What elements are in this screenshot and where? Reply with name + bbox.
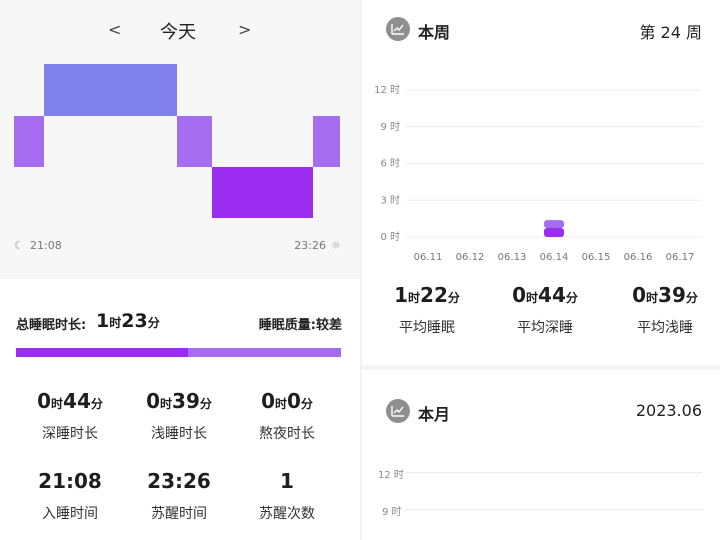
week-x-tick-label: 06.14: [540, 252, 569, 263]
avg-sleep-stat: 1时22分 平均睡眠: [372, 283, 482, 337]
wake-time-label: 苏醒时间: [151, 506, 207, 522]
week-bar-deep[interactable]: [544, 228, 564, 237]
late-night-value: 0时0分: [261, 389, 313, 413]
avg-sleep-value: 1时22分: [394, 283, 460, 307]
wake-time-value: 23:26: [147, 469, 211, 493]
wake-time-stat: 23:26 苏醒时间: [124, 469, 234, 523]
month-date: 2023.06: [635, 401, 702, 420]
sleep-onset-label: 入睡时间: [42, 506, 98, 522]
deep-sleep-stat: 0时44分 深睡时长: [15, 389, 125, 443]
sleep-segment-awake: [44, 64, 177, 116]
sleep-start-time: 21:08: [30, 239, 62, 252]
wake-count-label: 苏醒次数: [259, 506, 315, 522]
week-title: 本周: [418, 23, 451, 42]
avg-deep-value: 0时44分: [512, 283, 578, 307]
month-y-label: 12 时: [378, 470, 404, 481]
sleep-segment-light: [313, 116, 340, 167]
avg-sleep-label: 平均睡眠: [399, 320, 455, 336]
week-number: 第 24 周: [639, 23, 702, 42]
section-separator: [362, 365, 720, 370]
sleep-onset-stat: 21:08 入睡时间: [15, 469, 125, 523]
total-sleep-value: 1时23分: [96, 310, 160, 332]
total-sleep-label: 总睡眠时长:: [16, 318, 87, 333]
sleep-end-time: 23:26: [294, 239, 326, 252]
late-night-label: 熬夜时长: [259, 426, 315, 442]
month-header: 本月 2023.06: [386, 399, 702, 425]
trend-chart-icon: [386, 399, 410, 423]
avg-light-value: 0时39分: [632, 283, 698, 307]
deep-sleep-label: 深睡时长: [42, 426, 98, 442]
avg-deep-label: 平均深睡: [517, 320, 573, 336]
sleep-quality: 睡眠质量:较差: [259, 314, 342, 333]
wake-count-stat: 1 苏醒次数: [232, 469, 342, 523]
week-bar-light[interactable]: [544, 220, 564, 229]
date-title: 今天: [160, 22, 196, 43]
month-gridline: [406, 509, 702, 510]
sleep-onset-value: 21:08: [38, 469, 102, 493]
week-y-tick-label: 6 时: [380, 158, 400, 170]
next-day-button[interactable]: >: [238, 20, 251, 39]
date-nav: < 今天 >: [0, 18, 360, 46]
week-x-tick-label: 06.17: [666, 252, 695, 263]
light-sleep-stat: 0时39分 浅睡时长: [124, 389, 234, 443]
deep-sleep-ratio-fill: [16, 348, 189, 357]
sleep-segment-light: [177, 116, 212, 167]
week-x-tick-label: 06.12: [456, 252, 485, 263]
week-x-tick-label: 06.15: [582, 252, 611, 263]
week-x-tick-label: 06.16: [624, 252, 653, 263]
moon-icon: ☾: [14, 239, 24, 252]
sleep-ratio-bar: [16, 348, 341, 357]
sleep-start: ☾ 21:08: [14, 239, 62, 252]
light-sleep-value: 0时39分: [146, 389, 212, 413]
week-y-tick-label: 0 时: [380, 231, 400, 243]
sleep-segment-light: [14, 116, 44, 167]
day-sleep-chart: < 今天 > ☾ 21:08 23:26 ☼: [0, 0, 360, 279]
sleep-segment-deep: [212, 167, 313, 218]
trend-chart-icon: [386, 17, 410, 41]
month-y-label: 9 时: [382, 507, 402, 518]
deep-sleep-value: 0时44分: [37, 389, 103, 413]
week-y-tick-label: 3 时: [380, 194, 400, 206]
sleep-quality-label: 睡眠质量:: [258, 318, 316, 333]
month-gridline: [406, 472, 702, 473]
sleep-quality-value: 较差: [315, 318, 342, 333]
wake-count-value: 1: [280, 469, 294, 493]
month-title: 本月: [418, 405, 451, 424]
week-header: 本周 第 24 周: [386, 17, 702, 43]
sleep-end: 23:26 ☼: [294, 239, 342, 252]
avg-light-stat: 0时39分 平均浅睡: [610, 283, 720, 337]
late-night-stat: 0时0分 熬夜时长: [232, 389, 342, 443]
avg-deep-stat: 0时44分 平均深睡: [490, 283, 600, 337]
sleep-summary: 总睡眠时长: 1时23分 睡眠质量:较差: [16, 310, 342, 334]
avg-light-label: 平均浅睡: [637, 320, 693, 336]
prev-day-button[interactable]: <: [108, 20, 121, 39]
week-x-tick-label: 06.13: [498, 252, 527, 263]
light-sleep-label: 浅睡时长: [151, 426, 207, 442]
week-y-tick-label: 9 时: [380, 121, 400, 133]
sun-icon: ☼: [331, 239, 341, 252]
week-y-tick-label: 12 时: [374, 84, 400, 96]
week-x-tick-label: 06.11: [414, 252, 443, 263]
day-panel: < 今天 > ☾ 21:08 23:26 ☼ 总睡眠时长: 1时23分 睡眠质量…: [0, 0, 360, 540]
trend-panel: 本周 第 24 周 12 时 9 时 6 时 3 时 0 时 06.11 06.12 06.1…: [362, 0, 720, 540]
